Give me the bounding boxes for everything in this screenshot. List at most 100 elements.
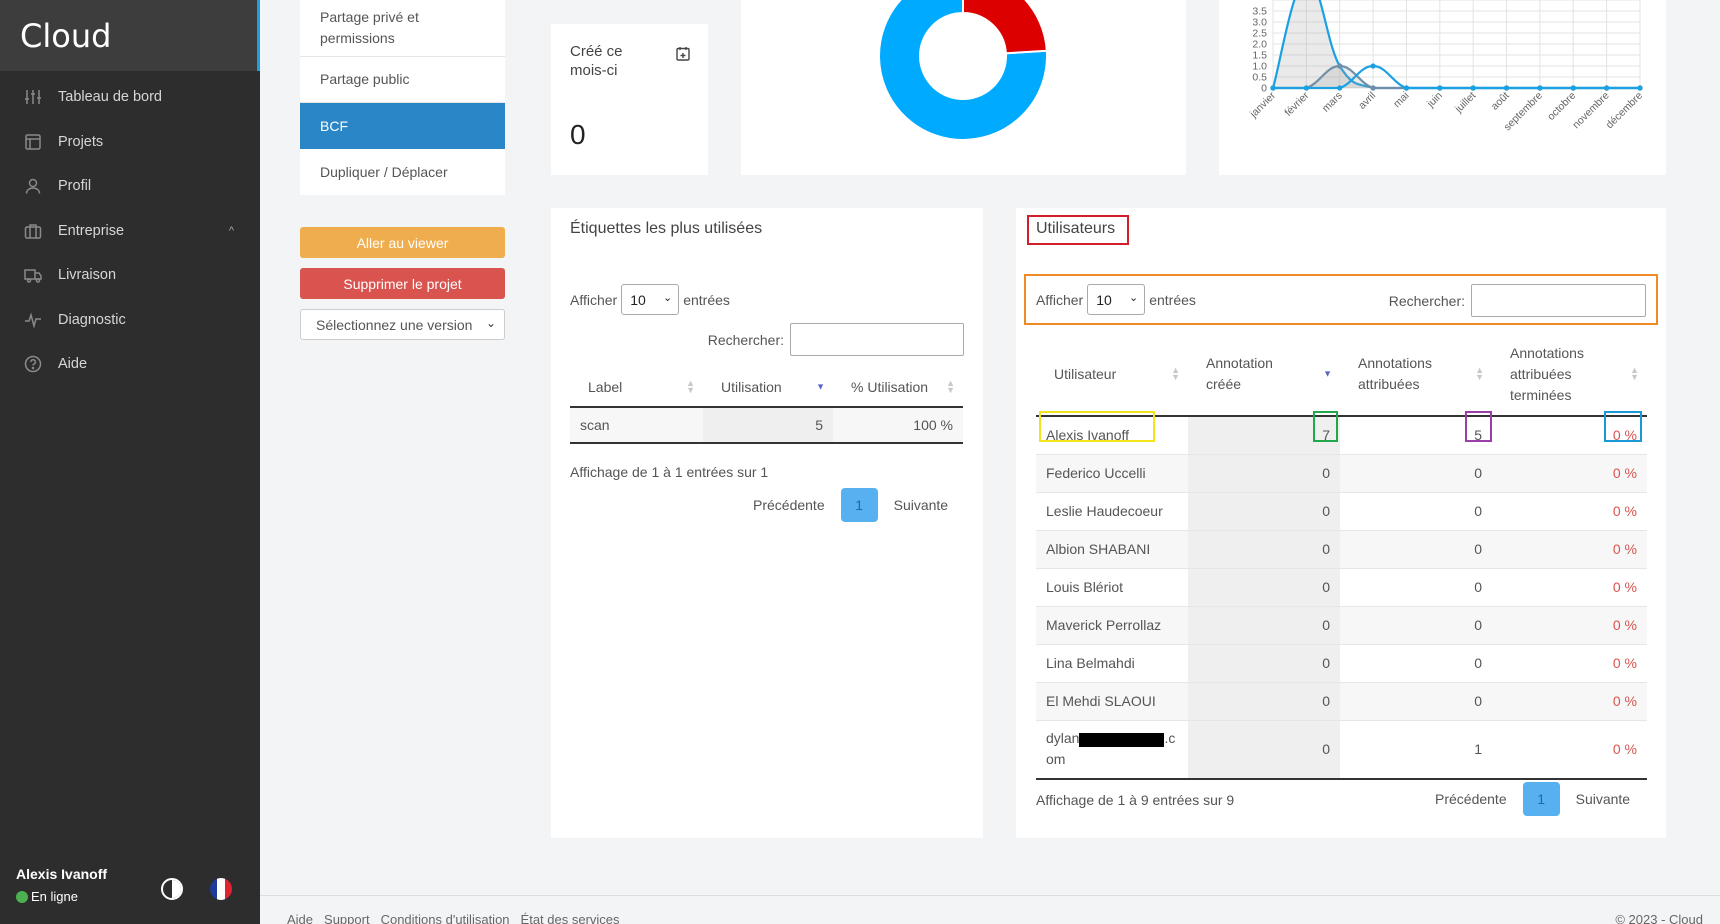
sidebar-item-dashboard[interactable]: Tableau de bord [0,75,260,120]
entries-label: entrées [1149,291,1196,308]
user-name-cell: Albion SHABANI [1036,529,1188,568]
done-cell: 0 % [1492,529,1647,568]
done-cell: 0 % [1492,643,1647,682]
tags-page-size-select[interactable]: 10 ⌄ [621,284,680,315]
page-1-button[interactable]: 1 [840,488,878,522]
sidebar-item-delivery[interactable]: Livraison [0,253,260,298]
done-cell: 0 % [1492,453,1647,492]
sidebar-item-projects[interactable]: Projets [0,120,260,165]
tags-col-usage[interactable]: Utilisation ▼ [703,367,833,407]
user-name-cell: Louis Blériot [1036,567,1188,606]
footer-links: Aide Support Conditions d'utilisation Ét… [287,912,631,924]
user-name-suffix: .c [1164,730,1176,747]
y-tick-label: 3.0 [1252,17,1267,29]
users-search-input[interactable] [1471,284,1646,317]
delete-project-button[interactable]: Supprimer le projet [300,268,505,299]
truck-icon [24,266,42,284]
column-header-label: Label [588,378,623,395]
created-cell: 0 [1188,453,1340,492]
sidebar-item-label: Diagnostic [58,311,126,328]
data-point[interactable] [1437,85,1443,91]
users-card-title: Utilisateurs [1036,220,1116,237]
users-col-created[interactable]: Annotation créée ▼ [1188,333,1340,416]
column-header-label: Annotations attribuées terminées [1510,344,1584,403]
table-row: Federico Uccelli 0 0 0 % [1036,453,1647,492]
y-tick-label: 1.5 [1252,50,1267,62]
menu-item-bcf[interactable]: BCF [300,103,505,149]
version-select[interactable]: Sélectionnez une version ⌄ [300,309,505,340]
data-point[interactable] [1270,85,1276,91]
assigned-cell: 5 [1340,415,1492,454]
menu-item-private-sharing[interactable]: Partage privé et permissions [300,0,505,57]
tags-length-control: Afficher 10 ⌄ entrées [570,284,730,315]
show-label: Afficher [1036,291,1084,308]
sidebar-item-company[interactable]: Entreprise ^ [0,209,260,254]
x-tick-label: octobre [1545,90,1578,123]
assigned-count: 5 [1474,427,1482,444]
sidebar-item-label: Livraison [58,267,117,284]
contrast-toggle-icon[interactable] [161,878,183,900]
footer-link-help[interactable]: Aide [287,912,313,924]
users-page-size-select[interactable]: 10 ⌄ [1087,284,1146,315]
assigned-cell: 0 [1340,529,1492,568]
data-point[interactable] [1503,85,1510,91]
go-to-viewer-button[interactable]: Aller au viewer [300,227,505,258]
sidebar-item-profile[interactable]: Profil [0,164,260,209]
done-percent: 0 % [1612,427,1637,444]
tags-search-input[interactable] [790,323,964,356]
data-point[interactable] [1337,63,1343,69]
user-name-prefix: dylan [1046,730,1080,747]
user-name-cell: Federico Uccelli [1036,453,1188,492]
data-point[interactable] [1370,63,1376,69]
data-point[interactable] [1370,85,1376,91]
users-col-done[interactable]: Annotations attribuées terminées ▲ ▼ [1492,333,1647,416]
user-name-cell: Maverick Perrollaz [1036,605,1188,644]
tag-usage-cell: 5 [703,406,833,444]
footer-link-terms[interactable]: Conditions d'utilisation [381,912,510,924]
french-flag-icon[interactable] [210,878,232,900]
tags-col-label[interactable]: Label ▲ ▼ [570,367,703,407]
data-point[interactable] [1637,85,1643,91]
chevron-up-icon[interactable]: ^ [229,225,234,237]
data-point[interactable] [1537,85,1543,91]
x-tick-label: mai [1391,90,1411,110]
tags-col-percent[interactable]: % Utilisation ▲ ▼ [833,367,963,407]
menu-item-public-sharing[interactable]: Partage public [300,57,505,103]
menu-item-label: Partage privé et permissions [320,9,419,46]
data-point[interactable] [1337,85,1343,91]
data-point[interactable] [1303,85,1309,91]
menu-item-label: Partage public [320,71,410,87]
footer-link-status[interactable]: État des services [521,912,620,924]
users-col-user[interactable]: Utilisateur ▲ ▼ [1036,333,1188,416]
donut-slice-1[interactable] [962,0,1048,55]
x-tick-label: juin [1424,90,1445,111]
previous-page-button[interactable]: Précédente [753,497,825,513]
table-row: El Mehdi SLAOUI 0 0 0 % [1036,681,1647,720]
footer-link-support[interactable]: Support [324,912,370,924]
user-status-label: En ligne [31,889,78,904]
sidebar-item-label: Entreprise [58,222,125,239]
menu-item-label: BCF [320,117,348,134]
page-1-button[interactable]: 1 [1522,782,1560,816]
next-page-button[interactable]: Suivante [1576,791,1630,807]
data-point[interactable] [1470,85,1476,91]
done-cell: 0 % [1492,605,1647,644]
users-col-assigned[interactable]: Annotations attribuées ▲ ▼ [1340,333,1492,416]
menu-item-duplicate-move[interactable]: Dupliquer / Déplacer [300,149,505,195]
data-point[interactable] [1403,85,1410,91]
users-card: Utilisateurs Afficher 10 ⌄ entrées Recher… [1016,208,1666,838]
table-row: scan 5 100 % [570,406,963,444]
donut-chart [878,0,1048,141]
data-point[interactable] [1570,85,1576,91]
brand-name: Cloud [20,16,112,55]
data-point[interactable] [1604,85,1610,91]
next-page-button[interactable]: Suivante [894,497,948,513]
assigned-cell: 1 [1340,719,1492,780]
sidebar-item-diagnostic[interactable]: Diagnostic [0,298,260,343]
previous-page-button[interactable]: Précédente [1435,791,1507,807]
user-name-cell: Alexis Ivanoff [1036,415,1188,454]
sidebar-item-help[interactable]: Aide [0,342,260,387]
assigned-cell: 0 [1340,453,1492,492]
x-tick-label: février [1282,89,1311,118]
brand-logo[interactable]: Cloud [0,0,260,71]
